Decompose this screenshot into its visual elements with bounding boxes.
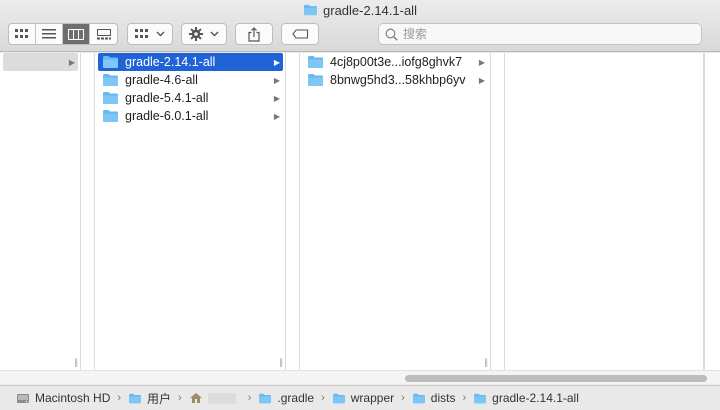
- list-view-button[interactable]: [36, 24, 63, 44]
- path-item-label: 用户: [147, 391, 172, 406]
- column-browser: ▶ || gradle-2.14.1-all ▶ gradle-4.6-all …: [0, 53, 720, 370]
- list-item[interactable]: ▶: [3, 53, 78, 71]
- search-input[interactable]: [403, 27, 683, 41]
- icon-view-button[interactable]: [9, 24, 36, 44]
- column-1[interactable]: ▶ ||: [0, 53, 81, 370]
- path-item-label: .gradle: [277, 391, 315, 405]
- column-4[interactable]: [504, 53, 704, 370]
- list-item[interactable]: 4cj8p00t3e...iofg8ghvk7 ▶: [303, 53, 488, 71]
- home-icon: [189, 393, 202, 403]
- action-button[interactable]: [181, 23, 227, 45]
- folder-icon: [332, 393, 346, 404]
- list-item[interactable]: gradle-6.0.1-all ▶: [98, 107, 283, 125]
- folder-icon: [102, 73, 119, 87]
- toolbar: [8, 23, 319, 45]
- columns-icon: [68, 28, 84, 40]
- list-item-label: gradle-4.6-all: [125, 73, 198, 87]
- chevron-down-icon: [210, 31, 219, 37]
- search-field[interactable]: [378, 23, 702, 45]
- chevron-right-icon: ›: [321, 392, 325, 404]
- group-by-button[interactable]: [127, 23, 173, 45]
- folder-icon: [258, 393, 272, 404]
- view-mode-segmented-control: [8, 23, 118, 45]
- path-item-wrapper[interactable]: wrapper: [332, 391, 394, 405]
- disclosure-arrow-icon: ▶: [478, 57, 485, 67]
- folder-icon: [307, 73, 324, 87]
- column-2[interactable]: gradle-2.14.1-all ▶ gradle-4.6-all ▶ gra…: [94, 53, 286, 370]
- window-title: gradle-2.14.1-all: [0, 1, 720, 19]
- tags-button[interactable]: [281, 23, 319, 45]
- list-item-label: gradle-6.0.1-all: [125, 109, 209, 123]
- scrollbar-thumb[interactable]: [405, 375, 707, 382]
- gallery-icon: [96, 28, 111, 39]
- path-item-home[interactable]: [189, 392, 241, 404]
- list-item-label: 4cj8p00t3e...iofg8ghvk7: [330, 55, 463, 69]
- path-item-label: wrapper: [350, 391, 395, 405]
- list-icon: [42, 29, 56, 39]
- tag-icon: [291, 29, 308, 39]
- chevron-down-icon: [156, 31, 165, 37]
- path-item-dists[interactable]: dists: [412, 391, 456, 405]
- search-icon: [385, 28, 398, 41]
- gallery-view-button[interactable]: [90, 24, 117, 44]
- column-3[interactable]: 4cj8p00t3e...iofg8ghvk7 ▶ 8bnwg5hd3...58…: [299, 53, 491, 370]
- path-bar: Macintosh HD › 用户 › › .gradle › wrapper …: [0, 385, 720, 410]
- chevron-right-icon: ›: [247, 392, 252, 404]
- folder-icon: [102, 109, 119, 123]
- list-item[interactable]: 8bnwg5hd3...58khbp6yv ▶: [303, 71, 488, 89]
- disclosure-arrow-icon: ▶: [273, 111, 280, 121]
- disclosure-arrow-icon: ▶: [273, 93, 280, 103]
- disclosure-arrow-icon: ▶: [478, 75, 485, 85]
- share-button[interactable]: [235, 23, 273, 45]
- path-item-gradle[interactable]: .gradle: [258, 391, 314, 405]
- grid-icon: [135, 29, 148, 38]
- folder-icon: [102, 55, 119, 69]
- chevron-right-icon: ›: [117, 392, 122, 404]
- folder-icon: [307, 55, 324, 69]
- chevron-right-icon: ›: [401, 392, 405, 404]
- column-resize-handle[interactable]: ||: [279, 357, 283, 367]
- redacted-username: [207, 392, 236, 404]
- folder-icon: [128, 393, 142, 404]
- path-item-label: Macintosh HD: [35, 391, 111, 405]
- hard-drive-icon: [17, 394, 29, 403]
- list-item-label: gradle-2.14.1-all: [125, 55, 216, 69]
- list-item-label: 8bnwg5hd3...58khbp6yv: [330, 73, 466, 87]
- path-item-users[interactable]: 用户: [128, 390, 171, 407]
- share-icon: [248, 26, 260, 42]
- disclosure-arrow-icon: ▶: [273, 57, 280, 67]
- list-item[interactable]: gradle-4.6-all ▶: [98, 71, 283, 89]
- disclosure-arrow-icon: ▶: [273, 75, 280, 85]
- path-item-label: dists: [430, 391, 456, 405]
- chevron-right-icon: ›: [178, 392, 182, 404]
- column-view-button[interactable]: [63, 24, 90, 44]
- list-item-label: gradle-5.4.1-all: [125, 91, 209, 105]
- icon-grid-icon: [15, 29, 28, 38]
- window-titlebar: gradle-2.14.1-all: [0, 0, 720, 52]
- column-5: [704, 53, 720, 370]
- folder-icon: [102, 91, 119, 105]
- gear-icon: [189, 27, 203, 41]
- path-item-gradle-2-14-1-all[interactable]: gradle-2.14.1-all: [473, 391, 579, 405]
- column-resize-handle[interactable]: ||: [484, 357, 488, 367]
- list-item[interactable]: gradle-2.14.1-all ▶: [98, 53, 283, 71]
- folder-icon: [473, 393, 487, 404]
- chevron-right-icon: ›: [462, 392, 467, 404]
- list-item[interactable]: gradle-5.4.1-all ▶: [98, 89, 283, 107]
- folder-icon: [303, 4, 318, 16]
- disclosure-arrow-icon: ▶: [68, 57, 75, 67]
- column-resize-handle[interactable]: ||: [74, 357, 78, 367]
- path-item-macintosh-hd[interactable]: Macintosh HD: [16, 391, 110, 405]
- path-item-label: gradle-2.14.1-all: [492, 391, 579, 405]
- window-title-text: gradle-2.14.1-all: [323, 2, 417, 18]
- folder-icon: [412, 393, 426, 404]
- horizontal-scrollbar[interactable]: [0, 370, 720, 384]
